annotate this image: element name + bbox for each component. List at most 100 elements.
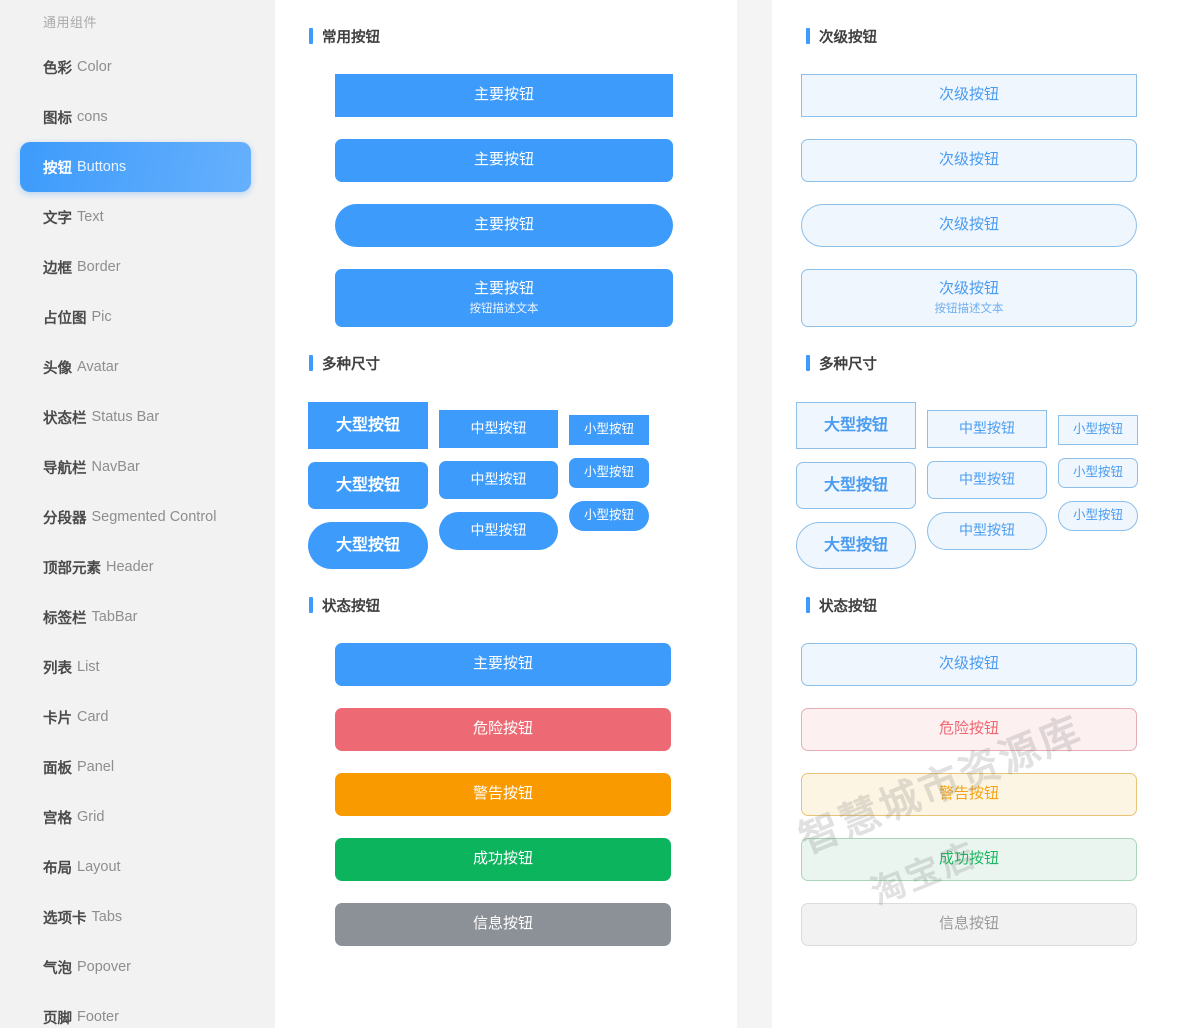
sidebar-item-label-en: Buttons: [77, 159, 127, 175]
section-accent-bar-icon: [309, 597, 313, 613]
secondary-button-with-description[interactable]: 次级按钮 按钮描述文本: [801, 269, 1137, 327]
sidebar-item-avatar[interactable]: 头像 Avatar: [20, 342, 251, 392]
status-button-info[interactable]: 信息按钮: [335, 903, 671, 946]
sidebar-item-layout[interactable]: 布局 Layout: [20, 842, 251, 892]
sidebar-item-grid[interactable]: 宫格 Grid: [20, 792, 251, 842]
sidebar-item-label-en: Color: [77, 59, 112, 75]
primary-small-rounded[interactable]: 小型按钮: [569, 458, 649, 488]
sidebar-item-card[interactable]: 卡片 Card: [20, 692, 251, 742]
column-primary-buttons: 常用按钮 主要按钮 主要按钮 主要按钮 主要按钮 按钮描述文本 多种尺寸 大型按…: [275, 0, 737, 1028]
button-label: 中型按钮: [470, 522, 527, 539]
sidebar-item-label-en: Layout: [77, 859, 121, 875]
button-label: 小型按钮: [1072, 422, 1123, 437]
secondary-medium-square[interactable]: 中型按钮: [927, 410, 1047, 448]
button-description: 按钮描述文本: [934, 302, 1004, 315]
primary-button-rounded[interactable]: 主要按钮: [335, 139, 673, 182]
secondary-status-button-info[interactable]: 信息按钮: [801, 903, 1137, 946]
sidebar-item-label-cn: 色彩: [43, 60, 72, 77]
button-label: 大型按钮: [823, 416, 888, 434]
primary-medium-pill[interactable]: 中型按钮: [439, 512, 558, 550]
primary-small-pill[interactable]: 小型按钮: [569, 501, 649, 531]
secondary-status-button-danger[interactable]: 危险按钮: [801, 708, 1137, 751]
sidebar-item-tabbar[interactable]: 标签栏 TabBar: [20, 592, 251, 642]
secondary-small-pill[interactable]: 小型按钮: [1058, 501, 1138, 531]
sidebar-item-label-en: Panel: [77, 759, 115, 775]
size-column-large: 大型按钮 大型按钮 大型按钮: [308, 402, 428, 569]
sidebar-item-pic[interactable]: 占位图 Pic: [20, 292, 251, 342]
sidebar-item-border[interactable]: 边框 Border: [20, 242, 251, 292]
sidebar-nav-list: 色彩 Color 图标 cons 按钮 Buttons 文字 Text 边框 Border 占位图 P…: [0, 42, 275, 1028]
secondary-large-pill[interactable]: 大型按钮: [796, 522, 916, 569]
sidebar-item-label-cn: 气泡: [43, 960, 72, 977]
secondary-small-rounded[interactable]: 小型按钮: [1058, 458, 1138, 488]
sidebar-item-label-en: Segmented Control: [91, 509, 217, 525]
sidebar-item-panel[interactable]: 面板 Panel: [20, 742, 251, 792]
status-button-danger[interactable]: 危险按钮: [335, 708, 671, 751]
sidebar-item-label-cn: 卡片: [43, 710, 72, 727]
section-header-status: 状态按钮: [275, 594, 737, 616]
sidebar-item-label-cn: 分段器: [43, 510, 87, 527]
sidebar-item-popover[interactable]: 气泡 Popover: [20, 942, 251, 992]
primary-small-square[interactable]: 小型按钮: [569, 415, 649, 445]
section-accent-bar-icon: [309, 355, 313, 371]
primary-large-square[interactable]: 大型按钮: [308, 402, 428, 449]
sidebar-item-label-cn: 标签栏: [43, 610, 87, 627]
app-root: 通用组件 色彩 Color 图标 cons 按钮 Buttons 文字 Text 边框 Borde…: [0, 0, 1198, 1028]
secondary-button-rounded[interactable]: 次级按钮: [801, 139, 1137, 182]
primary-medium-square[interactable]: 中型按钮: [439, 410, 558, 448]
size-column-medium: 中型按钮 中型按钮 中型按钮: [439, 402, 558, 550]
sidebar-item-footer[interactable]: 页脚 Footer: [20, 992, 251, 1028]
button-label: 大型按钮: [823, 476, 888, 494]
sidebar-item-status-bar[interactable]: 状态栏 Status Bar: [20, 392, 251, 442]
sidebar-item-label-cn: 文字: [43, 210, 72, 227]
button-label: 次级按钮: [938, 279, 999, 297]
sidebar-item-label-en: Popover: [77, 959, 132, 975]
button-label: 中型按钮: [959, 471, 1015, 488]
secondary-button-pill[interactable]: 次级按钮: [801, 204, 1137, 247]
primary-medium-rounded[interactable]: 中型按钮: [439, 461, 558, 499]
secondary-large-square[interactable]: 大型按钮: [796, 402, 916, 449]
status-button-warning[interactable]: 警告按钮: [335, 773, 671, 816]
sidebar-item-header[interactable]: 顶部元素 Header: [20, 542, 251, 592]
sidebar-item-label-cn: 导航栏: [43, 460, 87, 477]
section-title: 状态按钮: [322, 598, 380, 615]
primary-large-rounded[interactable]: 大型按钮: [308, 462, 428, 509]
size-column-small: 小型按钮 小型按钮 小型按钮: [569, 402, 649, 531]
secondary-large-rounded[interactable]: 大型按钮: [796, 462, 916, 509]
section-header-status: 状态按钮: [772, 594, 1198, 616]
primary-large-pill[interactable]: 大型按钮: [308, 522, 428, 569]
sidebar-item-tabs[interactable]: 选项卡 Tabs: [20, 892, 251, 942]
button-label: 警告按钮: [472, 785, 533, 803]
secondary-status-button-primary[interactable]: 次级按钮: [801, 643, 1137, 686]
primary-button-square[interactable]: 主要按钮: [335, 74, 673, 117]
sidebar-item-list[interactable]: 列表 List: [20, 642, 251, 692]
sidebar-item-cons[interactable]: 图标 cons: [20, 92, 251, 142]
primary-button-with-description[interactable]: 主要按钮 按钮描述文本: [335, 269, 673, 327]
sidebar-item-label-cn: 状态栏: [43, 410, 87, 427]
sidebar-item-color[interactable]: 色彩 Color: [20, 42, 251, 92]
sidebar-item-segmented-control[interactable]: 分段器 Segmented Control: [20, 492, 251, 542]
sidebar-item-label-cn: 页脚: [43, 1010, 72, 1027]
sidebar: 通用组件 色彩 Color 图标 cons 按钮 Buttons 文字 Text 边框 Borde…: [0, 0, 275, 1028]
secondary-medium-rounded[interactable]: 中型按钮: [927, 461, 1047, 499]
button-label: 危险按钮: [472, 720, 533, 738]
secondary-button-square[interactable]: 次级按钮: [801, 74, 1137, 117]
button-label: 中型按钮: [959, 420, 1015, 437]
sidebar-item-label-cn: 顶部元素: [43, 560, 101, 577]
sidebar-item-label-en: Status Bar: [91, 409, 160, 425]
button-label: 小型按钮: [583, 508, 634, 523]
sidebar-item-navbar[interactable]: 导航栏 NavBar: [20, 442, 251, 492]
secondary-status-button-success[interactable]: 成功按钮: [801, 838, 1137, 881]
status-button-success[interactable]: 成功按钮: [335, 838, 671, 881]
sidebar-item-label-en: Pic: [91, 309, 112, 325]
section-header-common-buttons: 常用按钮: [275, 25, 737, 47]
primary-button-pill[interactable]: 主要按钮: [335, 204, 673, 247]
secondary-small-square[interactable]: 小型按钮: [1058, 415, 1138, 445]
secondary-status-button-warning[interactable]: 警告按钮: [801, 773, 1137, 816]
button-label: 次级按钮: [938, 216, 999, 234]
button-label: 信息按钮: [938, 915, 999, 933]
status-button-primary[interactable]: 主要按钮: [335, 643, 671, 686]
sidebar-item-text[interactable]: 文字 Text: [20, 192, 251, 242]
sidebar-item-buttons[interactable]: 按钮 Buttons: [20, 142, 251, 192]
secondary-medium-pill[interactable]: 中型按钮: [927, 512, 1047, 550]
